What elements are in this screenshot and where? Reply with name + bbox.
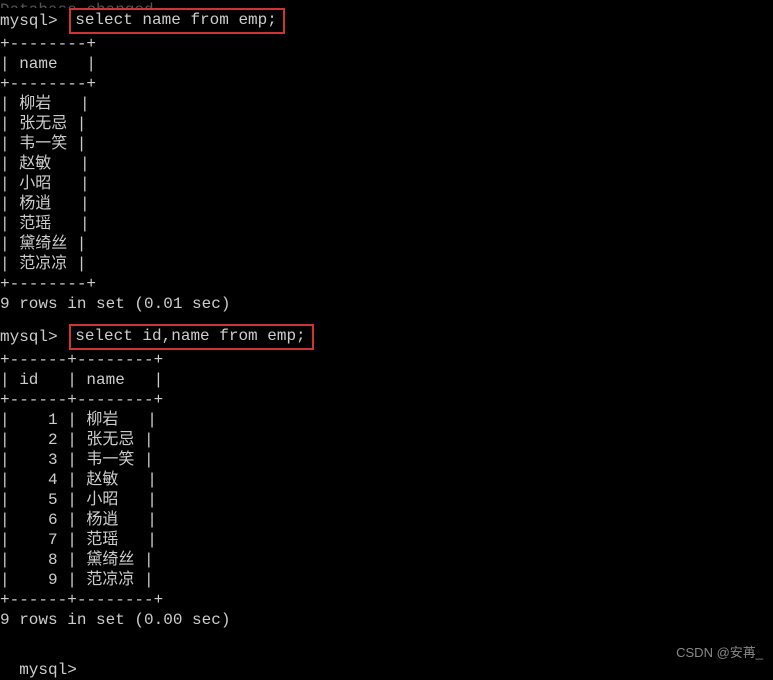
query2-border-mid: +------+--------+ — [0, 390, 773, 410]
query1-border-mid: +--------+ — [0, 74, 773, 94]
table-row: | 韦一笑 | — [0, 134, 773, 154]
table-row: | 4 | 赵敏 | — [0, 470, 773, 490]
table-row: | 杨逍 | — [0, 194, 773, 214]
table-row: | 8 | 黛绮丝 | — [0, 550, 773, 570]
query1-border-top: +--------+ — [0, 34, 773, 54]
table-row: | 9 | 范凉凉 | — [0, 570, 773, 590]
query1-header-row: | name | — [0, 54, 773, 74]
query2-border-bottom: +------+--------+ — [0, 590, 773, 610]
mysql-prompt[interactable]: mysql> — [0, 327, 58, 347]
query1-highlight-box: select name from emp; — [69, 8, 285, 34]
table-row: | 柳岩 | — [0, 94, 773, 114]
query1-border-bottom: +--------+ — [0, 274, 773, 294]
spacer — [0, 314, 773, 324]
table-row: | 1 | 柳岩 | — [0, 410, 773, 430]
query1-command-line: mysql> select name from emp; — [0, 8, 773, 34]
table-row: | 张无忌 | — [0, 114, 773, 134]
query2-command-line: mysql> select id,name from emp; — [0, 324, 773, 350]
query1-rows: | 柳岩 | | 张无忌 | | 韦一笑 | | 赵敏 | | 小昭 | | 杨… — [0, 94, 773, 274]
partial-text: Database changed — [0, 0, 773, 8]
empty-prompt-line[interactable]: mysql> — [0, 640, 773, 680]
query1-command-text: select name from emp; — [75, 11, 277, 29]
table-row: | 范凉凉 | — [0, 254, 773, 274]
query2-highlight-box: select id,name from emp; — [69, 324, 313, 350]
table-row: | 7 | 范瑶 | — [0, 530, 773, 550]
query2-summary: 9 rows in set (0.00 sec) — [0, 610, 773, 630]
space — [58, 327, 68, 347]
spacer — [0, 630, 773, 640]
table-row: | 小昭 | — [0, 174, 773, 194]
table-row: | 黛绮丝 | — [0, 234, 773, 254]
query2-border-top: +------+--------+ — [0, 350, 773, 370]
table-row: | 范瑶 | — [0, 214, 773, 234]
top-partial-line: Database changed — [0, 0, 773, 8]
table-row: | 6 | 杨逍 | — [0, 510, 773, 530]
csdn-watermark: CSDN @安苒_ — [676, 645, 763, 661]
query2-header-row: | id | name | — [0, 370, 773, 390]
table-row: | 赵敏 | — [0, 154, 773, 174]
mysql-prompt[interactable]: mysql> — [0, 11, 58, 31]
table-row: | 3 | 韦一笑 | — [0, 450, 773, 470]
space — [58, 11, 68, 31]
query1-summary: 9 rows in set (0.01 sec) — [0, 294, 773, 314]
table-row: | 5 | 小昭 | — [0, 490, 773, 510]
mysql-prompt[interactable]: mysql> — [19, 661, 77, 679]
query2-rows: | 1 | 柳岩 | | 2 | 张无忌 | | 3 | 韦一笑 | | 4 |… — [0, 410, 773, 590]
table-row: | 2 | 张无忌 | — [0, 430, 773, 450]
query2-command-text: select id,name from emp; — [75, 327, 305, 345]
